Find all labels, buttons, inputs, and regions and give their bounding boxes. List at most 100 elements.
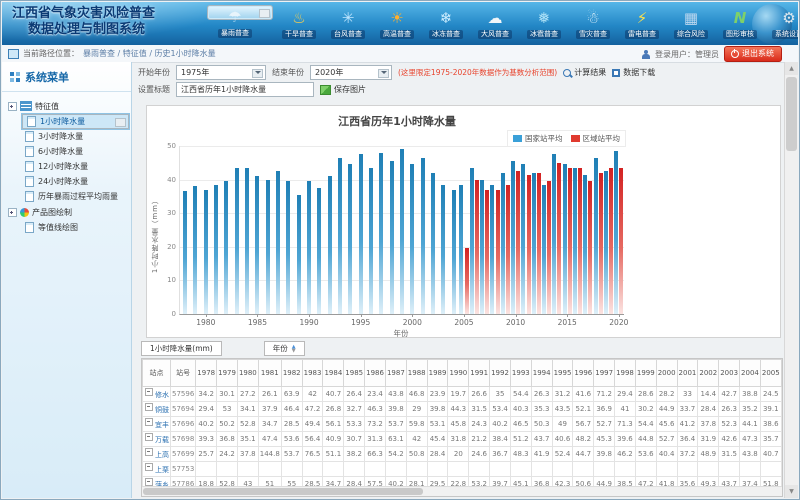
bar-national[interactable]	[521, 164, 525, 314]
download-button[interactable]: 数据下载	[612, 67, 655, 78]
bar-national[interactable]	[317, 188, 321, 314]
station-cell[interactable]: 铜鼓	[143, 402, 171, 417]
row-expander-icon[interactable]	[145, 448, 153, 456]
toolbar-item-typhoon[interactable]: ✳台风普查	[325, 5, 371, 43]
bar-national[interactable]	[328, 176, 332, 314]
tree-item-leaf[interactable]: 24小时降水量	[22, 174, 129, 189]
tree-item-leaf[interactable]: 6小时降水量	[22, 144, 129, 159]
scroll-down-icon[interactable]: ▼	[785, 485, 798, 498]
column-header[interactable]: 站号	[171, 360, 196, 387]
column-header[interactable]: 1995	[552, 360, 573, 387]
bar-regional[interactable]	[588, 181, 592, 314]
bar-national[interactable]	[307, 181, 311, 314]
column-header[interactable]: 1998	[615, 360, 636, 387]
bar-national[interactable]	[583, 175, 587, 314]
bar-national[interactable]	[480, 180, 484, 314]
column-header[interactable]: 1984	[323, 360, 344, 387]
column-header[interactable]: 1987	[385, 360, 406, 387]
station-link[interactable]: 上高	[155, 451, 169, 459]
logout-button[interactable]: 退出系统	[724, 46, 782, 62]
column-header[interactable]: 1979	[217, 360, 238, 387]
toolbar-item-wind[interactable]: ☁大风普查	[472, 5, 518, 43]
table-tab-label[interactable]: 1小时降水量(mm)	[141, 341, 222, 356]
bar-regional[interactable]	[506, 185, 510, 314]
bar-national[interactable]	[452, 190, 456, 314]
calculate-button[interactable]: 计算结果	[563, 67, 606, 78]
tree-expander-icon[interactable]	[8, 102, 17, 111]
station-link[interactable]: 莲花	[155, 496, 169, 497]
bar-national[interactable]	[286, 181, 290, 314]
column-header[interactable]: 1978	[196, 360, 217, 387]
toolbar-item-settings[interactable]: ⚙系统设置	[766, 5, 798, 43]
column-header[interactable]: 站点	[143, 360, 171, 387]
bar-national[interactable]	[224, 181, 228, 314]
column-header[interactable]: 2000	[656, 360, 677, 387]
column-header[interactable]: 1996	[573, 360, 594, 387]
bar-regional[interactable]	[609, 168, 613, 314]
bar-national[interactable]	[552, 154, 556, 314]
vertical-scrollbar[interactable]: ▲ ▼	[784, 62, 798, 498]
legend-item[interactable]: 国家站平均	[513, 133, 563, 144]
station-cell[interactable]: 修水	[143, 387, 171, 402]
column-header[interactable]: 2003	[719, 360, 740, 387]
tree-node-parent[interactable]: 产品图绘制	[8, 204, 129, 220]
bar-national[interactable]	[573, 168, 577, 314]
bar-national[interactable]	[204, 190, 208, 314]
toolbar-item-review[interactable]: N图形审核	[717, 5, 763, 43]
column-header[interactable]: 2002	[698, 360, 719, 387]
toolbar-item-freeze[interactable]: ❄冰冻普查	[423, 5, 469, 43]
column-header[interactable]: 2006	[781, 360, 783, 387]
bar-regional[interactable]	[516, 171, 520, 314]
legend-item[interactable]: 区域站平均	[571, 133, 621, 144]
row-expander-icon[interactable]	[145, 418, 153, 426]
column-header[interactable]: 1985	[344, 360, 365, 387]
bar-regional[interactable]	[475, 180, 479, 314]
bar-national[interactable]	[266, 180, 270, 314]
bar-regional[interactable]	[568, 168, 572, 314]
station-cell[interactable]: 上栗	[143, 462, 171, 477]
column-header[interactable]: 2004	[740, 360, 761, 387]
bar-national[interactable]	[183, 191, 187, 314]
bar-national[interactable]	[214, 185, 218, 314]
tree-node-parent[interactable]: 特征值	[8, 98, 129, 114]
column-header[interactable]: 1988	[406, 360, 427, 387]
station-cell[interactable]: 宜丰	[143, 417, 171, 432]
bar-national[interactable]	[594, 158, 598, 314]
column-header[interactable]: 1983	[302, 360, 323, 387]
column-header[interactable]: 1980	[237, 360, 258, 387]
column-header[interactable]: 2001	[677, 360, 698, 387]
toolbar-item-lightning[interactable]: ⚡雷电普查	[619, 5, 665, 43]
bar-regional[interactable]	[465, 248, 469, 314]
station-link[interactable]: 铜鼓	[155, 406, 169, 414]
station-link[interactable]: 万载	[155, 436, 169, 444]
tree-item-leaf[interactable]: 3小时降水量	[22, 129, 129, 144]
station-link[interactable]: 宜丰	[155, 421, 169, 429]
bar-national[interactable]	[359, 154, 363, 314]
bar-regional[interactable]	[496, 190, 500, 314]
start-year-select[interactable]: 1975年	[176, 65, 266, 80]
row-expander-icon[interactable]	[145, 478, 153, 486]
bar-national[interactable]	[421, 158, 425, 314]
tree-item-leaf[interactable]: 等值线绘图	[22, 220, 129, 235]
bar-national[interactable]	[511, 161, 515, 314]
bar-national[interactable]	[193, 186, 197, 314]
row-expander-icon[interactable]	[145, 388, 153, 396]
bar-national[interactable]	[614, 151, 618, 314]
bar-national[interactable]	[542, 185, 546, 314]
bar-national[interactable]	[431, 173, 435, 314]
column-header[interactable]: 2005	[760, 360, 781, 387]
bar-national[interactable]	[470, 168, 474, 314]
tree-item-leaf[interactable]: 12小时降水量	[22, 159, 129, 174]
station-cell[interactable]: 万载	[143, 432, 171, 447]
toolbar-item-calculator[interactable]: ▦综合风险	[668, 5, 714, 43]
bar-national[interactable]	[348, 164, 352, 314]
bar-national[interactable]	[369, 168, 373, 314]
scroll-up-icon[interactable]: ▲	[785, 62, 798, 75]
bar-regional[interactable]	[537, 173, 541, 314]
bar-regional[interactable]	[547, 181, 551, 314]
year-sort-control[interactable]: 年份 ▲▼	[264, 341, 305, 356]
bar-national[interactable]	[390, 161, 394, 314]
toolbar-item-snow[interactable]: ☃雪灾普查	[570, 5, 616, 43]
bar-national[interactable]	[235, 168, 239, 314]
toolbar-item-high-temp[interactable]: ☀高温普查	[374, 5, 420, 43]
